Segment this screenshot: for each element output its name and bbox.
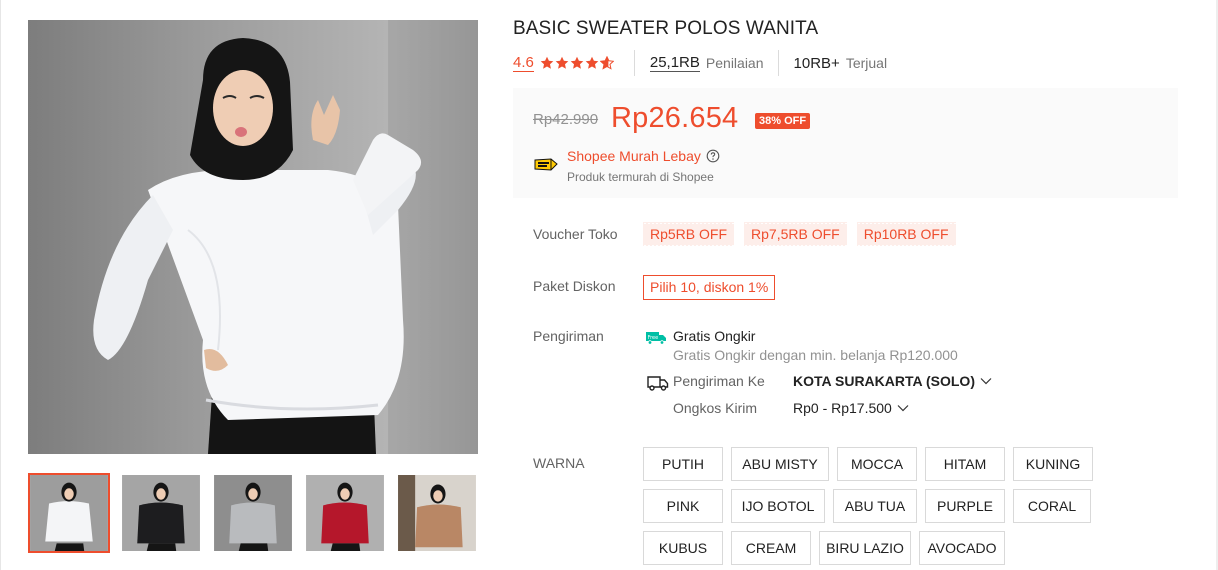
variation-option[interactable]: PURPLE [925, 489, 1005, 523]
discount-badge: 38% OFF [755, 113, 811, 129]
variation-option[interactable]: CREAM [731, 531, 811, 565]
star-icon [540, 56, 554, 69]
promo-description: Produk termurah di Shopee [567, 170, 714, 184]
thumbnail-1[interactable] [28, 473, 110, 553]
ratings-count: 25,1RB [649, 54, 700, 72]
free-shipping-title: Gratis Ongkir [673, 328, 756, 344]
variation-option[interactable]: MOCCA [837, 447, 917, 481]
star-icon [585, 56, 599, 69]
voucher-chip[interactable]: Rp10RB OFF [856, 222, 956, 246]
voucher-label: Voucher Toko [533, 226, 618, 242]
sold-count: 10RB+ [793, 54, 840, 72]
free-shipping-description: Gratis Ongkir dengan min. belanja Rp120.… [673, 347, 958, 363]
shipping-to-label: Pengiriman Ke [673, 373, 765, 389]
voucher-chip[interactable]: Rp5RB OFF [643, 222, 735, 246]
ratings-count-stat[interactable]: 25,1RB Penilaian [649, 50, 764, 76]
current-price: Rp26.654 [611, 102, 739, 134]
voucher-list: Rp5RB OFF Rp7,5RB OFF Rp10RB OFF [643, 222, 956, 246]
shipping-cost-value: Rp0 - Rp17.500 [793, 400, 892, 416]
star-half-icon [599, 56, 614, 70]
shipping-destination-select[interactable]: KOTA SURAKARTA (SOLO) [793, 373, 992, 389]
product-title: BASIC SWEATER POLOS WANITA [513, 18, 819, 39]
page-edge-left [0, 0, 1, 570]
thumbnail-image [214, 475, 292, 551]
shipping-cost-label: Ongkos Kirim [673, 400, 758, 416]
variation-option[interactable]: PUTIH [643, 447, 723, 481]
thumbnail-image [30, 475, 108, 551]
product-stats: 4.6 25,1RB Penilaian 10RB+ Terjual [513, 50, 887, 76]
chevron-down-icon [980, 378, 992, 385]
variation-option[interactable]: KUNING [1013, 447, 1093, 481]
thumbnail-strip [28, 473, 478, 553]
variation-option[interactable]: ABU TUA [833, 489, 917, 523]
star-icon [570, 56, 584, 69]
ratings-label: Penilaian [705, 55, 764, 71]
rating-value: 4.6 [513, 54, 534, 72]
free-shipping-icon: Free [646, 332, 666, 345]
thumbnail-image [398, 475, 476, 551]
rating-stat[interactable]: 4.6 [513, 50, 614, 76]
question-circle-icon[interactable] [706, 149, 720, 163]
variation-option[interactable]: BIRU LAZIO [819, 531, 911, 565]
thumbnail-image [306, 475, 384, 551]
sold-label: Terjual [845, 55, 888, 71]
rating-stars [540, 56, 614, 70]
svg-text:Free: Free [648, 335, 659, 341]
shipping-cost-select[interactable]: Rp0 - Rp17.500 [793, 400, 909, 416]
bundle-label: Paket Diskon [533, 278, 616, 294]
promo-name[interactable]: Shopee Murah Lebay [567, 148, 701, 164]
stat-divider [633, 50, 635, 76]
thumbnail-5[interactable] [396, 473, 478, 553]
variation-options: PUTIH ABU MISTY MOCCA HITAM KUNING PINK … [643, 447, 1103, 565]
variation-option[interactable]: AVOCADO [919, 531, 1005, 565]
sold-stat: 10RB+ Terjual [794, 50, 888, 76]
variation-option[interactable]: CORAL [1013, 489, 1091, 523]
variation-option[interactable]: ABU MISTY [731, 447, 829, 481]
variation-option[interactable]: HITAM [925, 447, 1005, 481]
stat-divider [777, 50, 779, 76]
shipping-label: Pengiriman [533, 328, 604, 344]
thumbnail-3[interactable] [212, 473, 294, 553]
price-box: Rp42.990 Rp26.654 38% OFF Shopee Murah L… [513, 88, 1178, 198]
variation-option[interactable]: KUBUS [643, 531, 723, 565]
product-main-image[interactable] [28, 20, 478, 454]
original-price: Rp42.990 [533, 111, 599, 128]
thumbnail-4[interactable] [304, 473, 386, 553]
star-icon [555, 56, 569, 69]
variation-label: WARNA [533, 455, 585, 471]
product-photo [28, 20, 478, 454]
shopee-murah-lebay-icon [534, 158, 558, 171]
variation-option[interactable]: IJO BOTOL [731, 489, 825, 523]
thumbnail-image [122, 475, 200, 551]
bundle-deal-chip[interactable]: Pilih 10, diskon 1% [643, 275, 776, 300]
shipping-destination-value: KOTA SURAKARTA (SOLO) [793, 373, 975, 389]
chevron-down-icon [897, 405, 909, 412]
variation-option[interactable]: PINK [643, 489, 723, 523]
voucher-chip[interactable]: Rp7,5RB OFF [744, 222, 847, 246]
thumbnail-2[interactable] [120, 473, 202, 553]
truck-icon [647, 376, 669, 391]
